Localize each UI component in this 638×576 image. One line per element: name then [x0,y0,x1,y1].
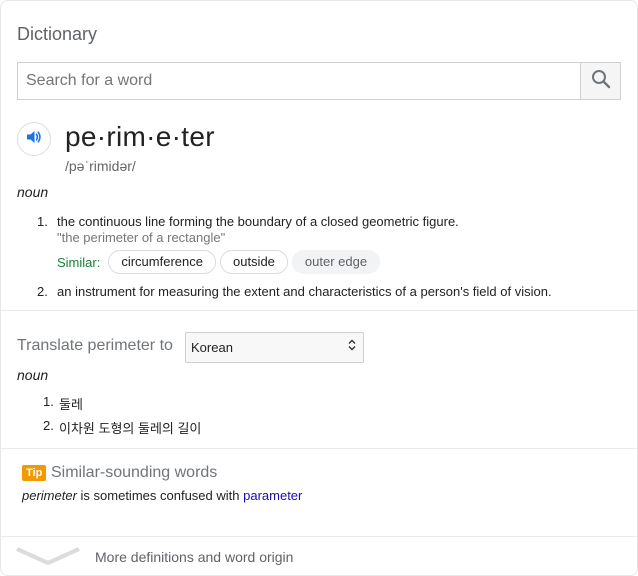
definition-text: an instrument for measuring the extent a… [57,284,552,299]
similar-chip[interactable]: outside [219,250,288,274]
definition-number: 1. [37,214,48,229]
section-divider [1,448,637,449]
speaker-icon [25,128,43,151]
tip-badge: Tip [22,465,47,481]
tip-link[interactable]: parameter [243,488,302,503]
tip-body: perimeter is sometimes confused with par… [22,488,302,503]
definition-example: "the perimeter of a rectangle" [57,230,226,245]
more-definitions-button[interactable]: More definitions and word origin [1,537,637,575]
section-divider [1,310,637,311]
similar-chip[interactable]: circumference [108,250,216,274]
part-of-speech: noun [17,184,49,200]
tip-title: Similar-sounding words [51,464,218,481]
card-title: Dictionary [17,24,98,44]
search-box [17,62,621,100]
dictionary-card: Dictionary pe·rim·e·ter /pəˈrimidər/ nou… [0,0,638,576]
search-input[interactable] [18,63,580,99]
chevron-down-icon [15,545,81,572]
translation-part-of-speech: noun [17,367,49,383]
definition-text: the continuous line forming the boundary… [57,214,459,229]
translate-label: Translate perimeter to [17,337,173,354]
similar-chip[interactable]: outer edge [291,250,381,274]
phonetic: /pəˈrimidər/ [65,158,136,174]
headword: pe·rim·e·ter [65,121,215,152]
tip-text: is sometimes confused with [76,488,244,503]
tip-word: perimeter [22,488,77,503]
translation-number: 2. [43,418,54,433]
similar-label: Similar: [57,254,101,270]
select-arrows-icon [347,338,357,357]
translation-number: 1. [43,394,54,409]
language-select[interactable]: Korean [185,332,364,363]
language-value: Korean [191,340,233,355]
translation-text: 둘레 [59,397,83,412]
definition-number: 2. [37,284,48,299]
pronunciation-button[interactable] [17,122,51,156]
more-definitions-label: More definitions and word origin [95,549,294,565]
similar-words: Similar: circumference outside outer edg… [57,250,381,274]
translation-text: 이차원 도형의 둘레의 길이 [59,421,202,436]
search-button[interactable] [580,63,620,99]
search-icon [591,69,611,94]
